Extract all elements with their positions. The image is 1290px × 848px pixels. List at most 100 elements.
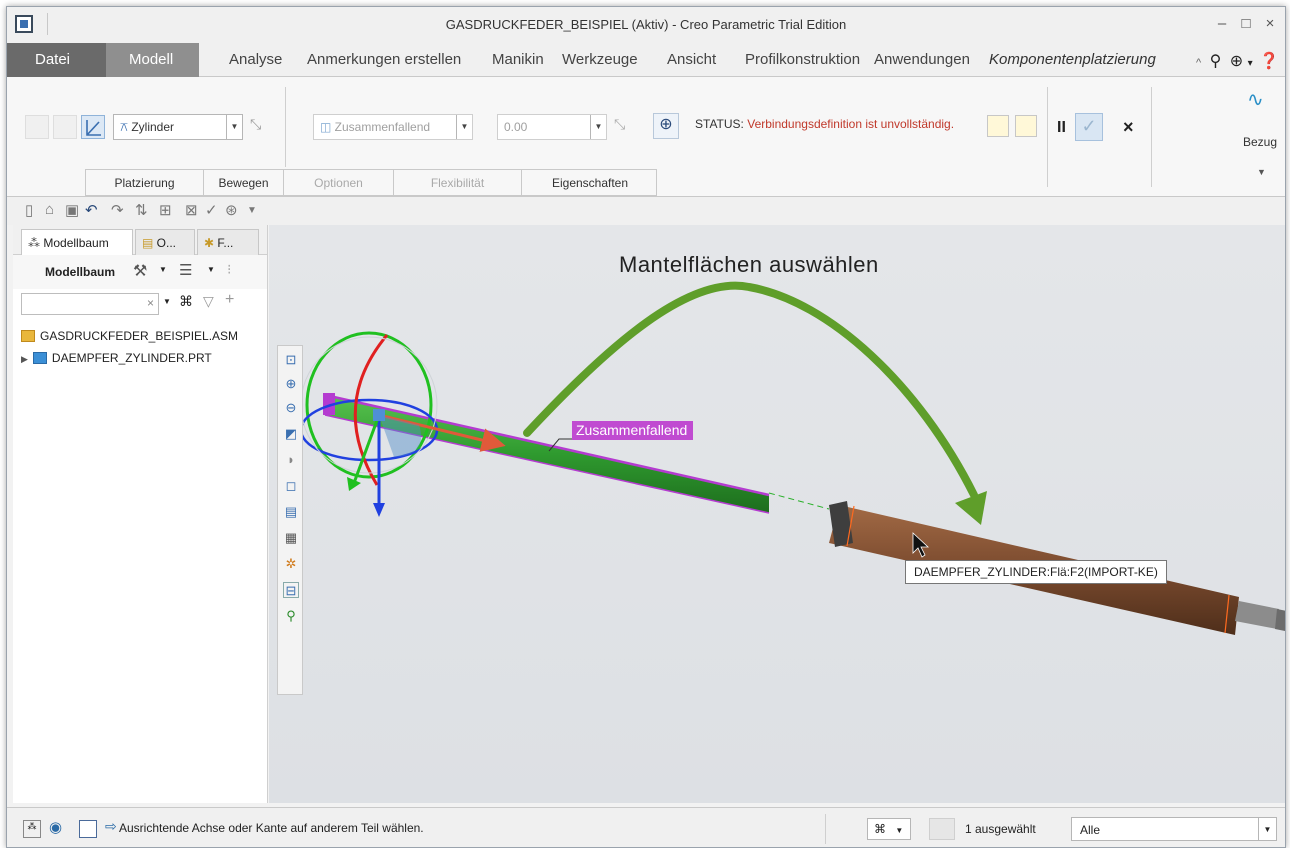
binoculars-icon: ⌘ bbox=[874, 822, 886, 836]
coincident-icon: ◫ bbox=[320, 120, 335, 134]
user-defined-icon[interactable] bbox=[25, 115, 49, 139]
selection-icon[interactable] bbox=[929, 818, 955, 840]
find-button[interactable]: ⌘ ▼ bbox=[867, 818, 911, 840]
filter-icon[interactable]: ▽ bbox=[203, 293, 214, 310]
chevron-down-icon[interactable]: ▼ bbox=[159, 265, 167, 274]
separate-window-icon[interactable] bbox=[987, 115, 1009, 137]
subtab-flexibilitaet[interactable]: Flexibilität bbox=[394, 170, 522, 196]
fullscreen-icon[interactable] bbox=[79, 820, 97, 838]
tab-anwendungen[interactable]: Anwendungen bbox=[874, 51, 970, 68]
flip-offset-icon[interactable]: ⤡ bbox=[613, 115, 637, 139]
view-manager-icon[interactable]: ▤ bbox=[283, 504, 299, 520]
add-icon[interactable]: + bbox=[225, 291, 234, 309]
tab-manikin[interactable]: Manikin bbox=[492, 51, 544, 68]
tools-icon[interactable]: ⚒ bbox=[133, 261, 147, 281]
new-file-icon[interactable]: ▯ bbox=[25, 201, 33, 219]
tree-item-part[interactable]: ▶ DAEMPFER_ZYLINDER.PRT bbox=[21, 351, 212, 365]
offset-input[interactable]: 0.00 ▼ bbox=[497, 114, 607, 140]
regenerate-icon[interactable]: ⇅ bbox=[135, 201, 148, 219]
maximize-button[interactable]: □ bbox=[1235, 15, 1257, 32]
search-icon[interactable]: ⚲ bbox=[1210, 53, 1222, 70]
perspective-icon[interactable]: ▦ bbox=[283, 530, 299, 546]
redo-icon[interactable]: ↷ bbox=[111, 201, 124, 219]
browser-toggle-icon[interactable]: ◉ bbox=[49, 818, 62, 836]
collapse-ribbon-icon[interactable]: ^ bbox=[1196, 57, 1201, 69]
close-window-button[interactable]: × bbox=[1259, 15, 1281, 32]
graphics-viewport[interactable]: Mantelflächen auswählen Zusammenfallend … bbox=[269, 225, 1285, 803]
check-icon[interactable]: ✓ bbox=[205, 201, 218, 219]
status-display: STATUS: Verbindungsdefinition ist unvoll… bbox=[695, 117, 954, 131]
flip-icon[interactable]: ⤡ bbox=[249, 115, 273, 139]
customize-icon[interactable]: ▼ bbox=[247, 205, 257, 216]
tab-ansicht[interactable]: Ansicht bbox=[667, 51, 716, 68]
copy-icon[interactable] bbox=[53, 115, 77, 139]
axis-dashed-line bbox=[768, 492, 830, 510]
display-style-icon[interactable]: ◗ bbox=[283, 452, 299, 468]
view-toolbar: ⊡ ⊕ ⊖ ◩ ◗ ◻ ▤ ▦ ✲ ⊟ ⚲ bbox=[277, 345, 303, 695]
expand-icon[interactable]: ▶ bbox=[21, 354, 28, 364]
minimize-button[interactable]: – bbox=[1211, 15, 1233, 32]
chevron-down-icon[interactable]: ▾ bbox=[1248, 58, 1253, 69]
tab-favoriten-label: F... bbox=[217, 236, 234, 250]
subtab-optionen[interactable]: Optionen bbox=[284, 170, 394, 196]
tab-modell[interactable]: Modell bbox=[129, 51, 173, 68]
display-icon[interactable]: ⊛ bbox=[225, 201, 238, 219]
tab-datei[interactable]: Datei bbox=[7, 43, 106, 77]
tab-ordner[interactable]: ▤ O... bbox=[135, 229, 195, 255]
subtab-bewegen[interactable]: Bewegen bbox=[204, 170, 284, 196]
subtab-eigenschaften[interactable]: Eigenschaften bbox=[522, 170, 658, 196]
tab-favoriten[interactable]: ✱ F... bbox=[197, 229, 259, 255]
tab-profilkonstruktion[interactable]: Profilkonstruktion bbox=[745, 51, 860, 68]
chevron-down-icon: ▼ bbox=[1258, 818, 1276, 840]
tab-modellbaum[interactable]: ⁂ Modellbaum bbox=[21, 229, 133, 255]
refit-icon[interactable]: ⊡ bbox=[283, 352, 299, 368]
tab-komponentenplatzierung[interactable]: Komponentenplatzierung bbox=[989, 51, 1156, 68]
drag-handle-icon[interactable]: ⊕ bbox=[653, 113, 679, 139]
windows-icon[interactable]: ⊞ bbox=[159, 201, 172, 219]
chevron-down-icon[interactable]: ▼ bbox=[1257, 167, 1266, 177]
datum-display-icon[interactable]: ✲ bbox=[283, 556, 299, 572]
chevron-down-icon[interactable]: ▼ bbox=[163, 297, 171, 306]
annotation-display-icon[interactable]: ⊟ bbox=[283, 582, 299, 598]
save-icon[interactable]: ▣ bbox=[65, 201, 79, 219]
tree-search-input[interactable]: × bbox=[21, 293, 159, 315]
clear-search-icon[interactable]: × bbox=[147, 296, 154, 310]
title-bar: GASDRUCKFEDER_BEISPIEL (Aktiv) - Creo Pa… bbox=[7, 7, 1285, 43]
show-hide-icon[interactable]: ⁝ bbox=[227, 261, 231, 278]
spin-center-icon[interactable]: ⚲ bbox=[283, 608, 299, 624]
tree-item-assembly[interactable]: GASDRUCKFEDER_BEISPIEL.ASM bbox=[21, 329, 238, 343]
close-icon[interactable]: ⊠ bbox=[185, 201, 198, 219]
find-icon[interactable]: ⌘ bbox=[179, 293, 193, 310]
assembly-window-icon[interactable] bbox=[1015, 115, 1037, 137]
tab-werkzeuge[interactable]: Werkzeuge bbox=[562, 51, 638, 68]
settings-icon[interactable]: ⊕ bbox=[1230, 53, 1243, 70]
constraint-mode-glyph bbox=[86, 120, 101, 136]
subtab-platzierung[interactable]: Platzierung bbox=[86, 170, 204, 196]
constraint-tag[interactable]: Zusammenfallend bbox=[572, 421, 694, 440]
datum-icon[interactable]: ∿ bbox=[1247, 87, 1264, 112]
constraint-mode-icon[interactable] bbox=[81, 115, 105, 139]
tab-anmerkungen[interactable]: Anmerkungen erstellen bbox=[307, 51, 461, 68]
constraint-set-select[interactable]: ⚻ Zylinder ▼ bbox=[113, 114, 243, 140]
settings-list-icon[interactable]: ☰ bbox=[179, 261, 192, 279]
confirm-icon[interactable]: ✓ bbox=[1075, 113, 1103, 141]
navigator-toggle-icon[interactable]: ⁂ bbox=[23, 820, 41, 838]
constraint-set-value: Zylinder bbox=[131, 120, 175, 134]
help-icon[interactable]: ❓ bbox=[1259, 53, 1279, 70]
undo-icon[interactable]: ↶ bbox=[85, 201, 98, 219]
cancel-icon[interactable]: × bbox=[1123, 117, 1134, 138]
status-bar: ⁂ ◉ ⇨ Ausrichtende Achse oder Kante auf … bbox=[7, 807, 1285, 847]
chevron-down-icon[interactable]: ▼ bbox=[207, 265, 215, 274]
repaint-icon[interactable]: ◩ bbox=[283, 426, 299, 442]
constraint-type-select[interactable]: ◫ Zusammenfallend ▼ bbox=[313, 114, 473, 140]
saved-views-icon[interactable]: ◻ bbox=[283, 478, 299, 494]
zoom-in-icon[interactable]: ⊕ bbox=[283, 376, 299, 392]
zoom-out-icon[interactable]: ⊖ bbox=[283, 400, 299, 416]
selection-filter-select[interactable]: Alle ▼ bbox=[1071, 817, 1277, 841]
pause-icon[interactable]: II bbox=[1057, 119, 1066, 137]
3d-dragger[interactable] bbox=[299, 331, 506, 517]
open-file-icon[interactable]: ⌂ bbox=[45, 201, 54, 218]
bezug-label[interactable]: Bezug bbox=[1243, 135, 1277, 149]
navigator-panel: ⁂ Modellbaum ▤ O... ✱ F... Modellbaum ⚒ … bbox=[13, 225, 268, 803]
tab-analyse[interactable]: Analyse bbox=[229, 51, 282, 68]
